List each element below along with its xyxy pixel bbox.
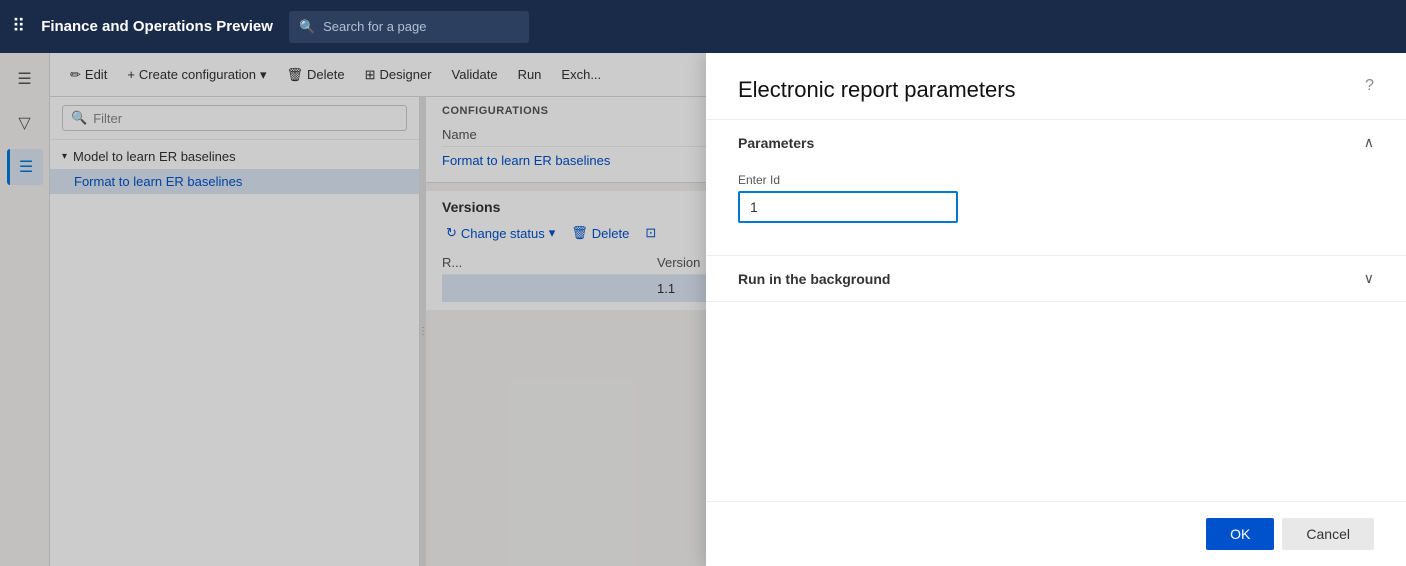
parameters-chevron-up-icon: ∧ [1364,134,1374,151]
search-bar[interactable]: 🔍 Search for a page [289,11,529,43]
top-bar: ⠿ Finance and Operations Preview 🔍 Searc… [0,0,1406,53]
app-title: Finance and Operations Preview [41,18,273,35]
parameters-section-content: Enter Id [706,165,1406,255]
modal-footer: OK Cancel [706,501,1406,566]
modal-section-background: Run in the background ∨ [706,256,1406,302]
background-chevron-down-icon: ∨ [1364,270,1374,287]
background-section-title: Run in the background [738,271,890,287]
modal-section-parameters: Parameters ∧ Enter Id [706,120,1406,256]
content-area: ☰ ▽ ☰ ✏ Edit + Create configuration ▾ 🗑 … [0,53,1406,566]
modal-body: Parameters ∧ Enter Id Run in the backgro… [706,120,1406,501]
modal-title: Electronic report parameters [738,77,1016,103]
enter-id-label: Enter Id [738,173,1374,187]
cancel-button[interactable]: Cancel [1282,518,1374,550]
modal-header: Electronic report parameters ? [706,53,1406,120]
parameters-section-title: Parameters [738,135,814,151]
background-section-header[interactable]: Run in the background ∨ [706,256,1406,301]
enter-id-input[interactable] [738,191,958,223]
parameters-section-header[interactable]: Parameters ∧ [706,120,1406,165]
modal-panel: Electronic report parameters ? Parameter… [706,53,1406,566]
search-icon: 🔍 [299,19,315,35]
ok-button[interactable]: OK [1206,518,1274,550]
enter-id-field: Enter Id [738,173,1374,223]
grid-icon[interactable]: ⠿ [12,16,25,37]
help-icon[interactable]: ? [1365,77,1374,95]
modal-overlay: Electronic report parameters ? Parameter… [0,53,1406,566]
search-placeholder: Search for a page [323,19,426,34]
